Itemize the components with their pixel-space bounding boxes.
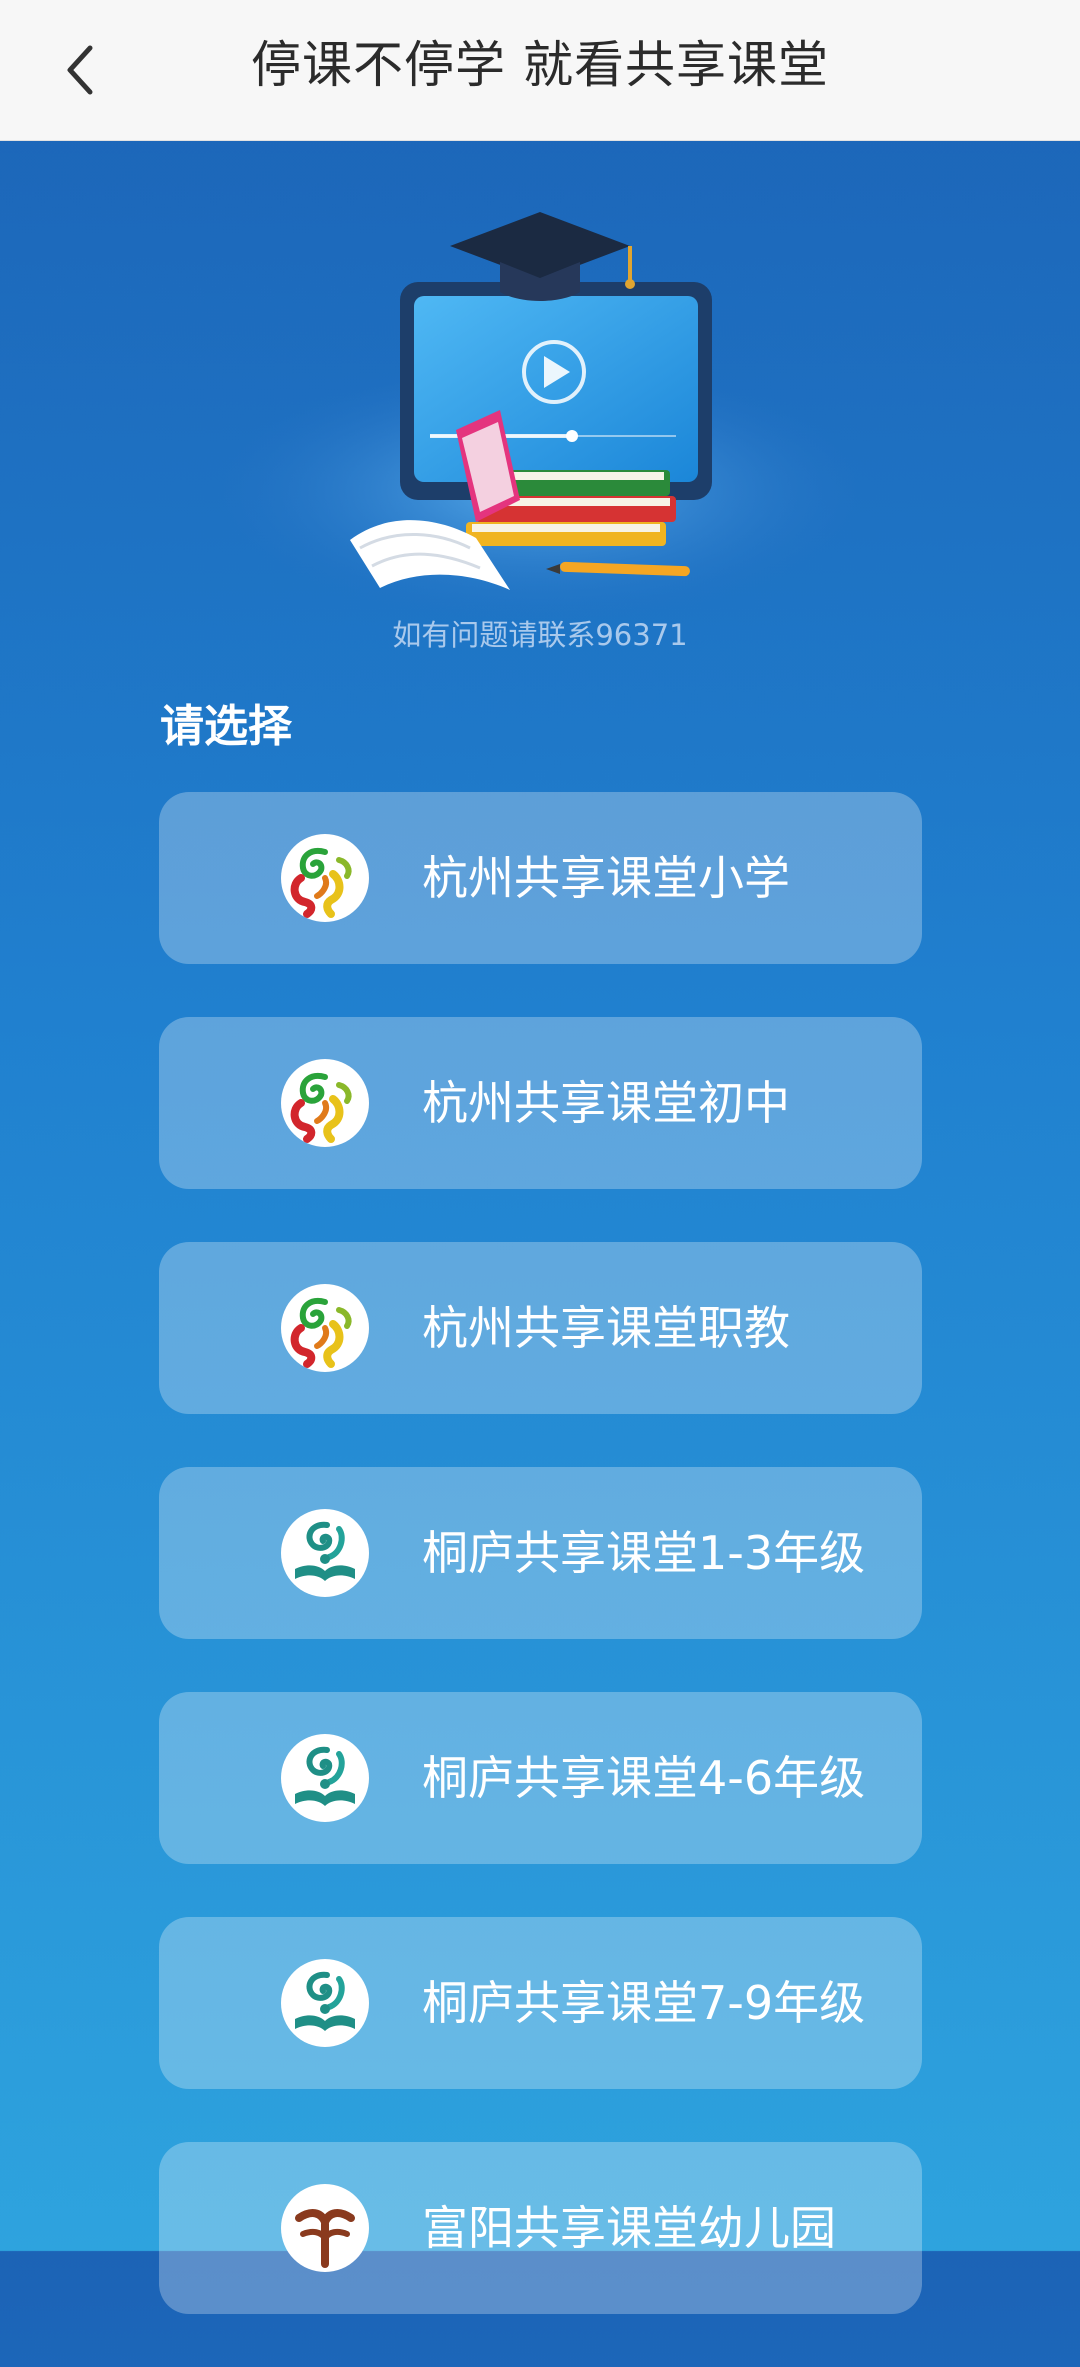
option-label: 富阳共享课堂幼儿园 xyxy=(422,2201,836,2255)
option-label: 桐庐共享课堂1-3年级 xyxy=(422,1526,866,1580)
hangzhou-education-logo-icon xyxy=(281,1284,369,1372)
option-tonglu-grade-7-9[interactable]: 桐庐共享课堂7-9年级 xyxy=(159,1917,922,2089)
hero-illustration xyxy=(180,170,900,620)
option-list: 杭州共享课堂小学 杭州共享课堂初中 杭州共享课堂职教 桐庐共享课堂1-3年级 桐… xyxy=(159,792,922,2367)
tonglu-education-logo-icon xyxy=(281,1509,369,1597)
page-title: 停课不停学 就看共享课堂 xyxy=(251,36,829,94)
option-hangzhou-primary[interactable]: 杭州共享课堂小学 xyxy=(159,792,922,964)
option-hangzhou-vocational[interactable]: 杭州共享课堂职教 xyxy=(159,1242,922,1414)
tv-graduation-cap-books-illustration xyxy=(210,212,870,620)
option-fuyang-kindergarten[interactable]: 富阳共享课堂幼儿园 xyxy=(159,2142,922,2314)
tonglu-education-logo-icon xyxy=(281,1734,369,1822)
option-label: 杭州共享课堂小学 xyxy=(422,851,790,905)
fuyang-education-logo-icon xyxy=(281,2184,369,2272)
top-bar: 停课不停学 就看共享课堂 xyxy=(0,0,1080,141)
option-tonglu-grade-4-6[interactable]: 桐庐共享课堂4-6年级 xyxy=(159,1692,922,1864)
section-title: 请选择 xyxy=(160,701,292,752)
option-label: 桐庐共享课堂7-9年级 xyxy=(422,1976,866,2030)
option-tonglu-grade-1-3[interactable]: 桐庐共享课堂1-3年级 xyxy=(159,1467,922,1639)
hangzhou-education-logo-icon xyxy=(281,834,369,922)
option-label: 杭州共享课堂初中 xyxy=(422,1076,790,1130)
option-label: 桐庐共享课堂4-6年级 xyxy=(422,1751,866,1805)
option-label: 杭州共享课堂职教 xyxy=(422,1301,790,1355)
hangzhou-education-logo-icon xyxy=(281,1059,369,1147)
option-hangzhou-junior[interactable]: 杭州共享课堂初中 xyxy=(159,1017,922,1189)
tonglu-education-logo-icon xyxy=(281,1959,369,2047)
contact-text: 如有问题请联系96371 xyxy=(392,618,688,652)
